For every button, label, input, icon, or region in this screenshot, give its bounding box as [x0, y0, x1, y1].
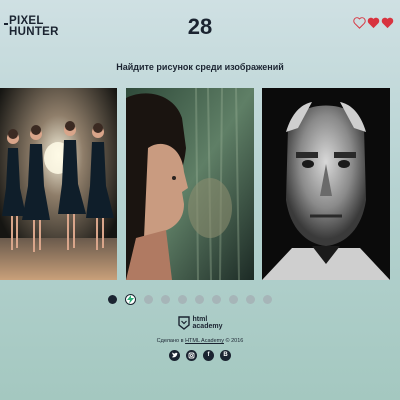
heart-full-icon: [367, 17, 380, 29]
pixel-hunter-logo[interactable]: PIXEL HUNTER: [4, 15, 59, 38]
academy-line-1: html: [192, 316, 208, 323]
copyright: Сделано в HTML Academy © 2016: [0, 338, 400, 344]
result-unknown: [178, 295, 187, 304]
logo-text: PIXEL HUNTER: [9, 15, 59, 38]
heart-full-icon: [381, 17, 394, 29]
heart-empty-icon: [353, 17, 366, 29]
result-unknown: [246, 295, 255, 304]
html-academy-logo[interactable]: html academy: [177, 316, 223, 330]
result-unknown: [161, 295, 170, 304]
result-wrong: [108, 295, 117, 304]
facebook-icon[interactable]: f: [203, 350, 214, 361]
girl-reflection-painting: [126, 88, 254, 280]
footer: html academy Сделано в HTML Academy © 20…: [0, 316, 400, 361]
result-unknown: [212, 295, 221, 304]
game-option-2[interactable]: [126, 88, 254, 280]
logo-line-2: HUNTER: [9, 26, 59, 38]
old-man-portrait-photo: [262, 88, 390, 280]
academy-text: html academy: [193, 316, 223, 330]
academy-line-2: academy: [192, 323, 223, 330]
game-task: Найдите рисунок среди изображений: [116, 62, 284, 72]
result-unknown: [144, 295, 153, 304]
back-arrow-icon: [4, 23, 8, 25]
twitter-icon[interactable]: [169, 350, 180, 361]
game-stats: [108, 294, 272, 305]
instagram-icon[interactable]: [186, 350, 197, 361]
made-prefix: Сделано в: [156, 338, 186, 344]
header: PIXEL HUNTER 28: [0, 0, 400, 60]
game-option-1[interactable]: [0, 88, 117, 280]
game-option-3[interactable]: [262, 88, 390, 280]
html-academy-link[interactable]: HTML Academy: [185, 338, 224, 344]
result-unknown: [229, 295, 238, 304]
game-timer: 28: [187, 14, 213, 39]
made-suffix: © 2016: [223, 338, 244, 344]
social-links: f B: [0, 350, 400, 361]
result-unknown: [263, 295, 272, 304]
result-unknown: [195, 295, 204, 304]
result-fast: [125, 294, 136, 305]
vk-icon[interactable]: B: [220, 350, 231, 361]
lightning-icon: [127, 295, 134, 304]
dancers-photo: [0, 88, 117, 280]
academy-shield-icon: [177, 316, 190, 330]
lives: [353, 17, 394, 29]
